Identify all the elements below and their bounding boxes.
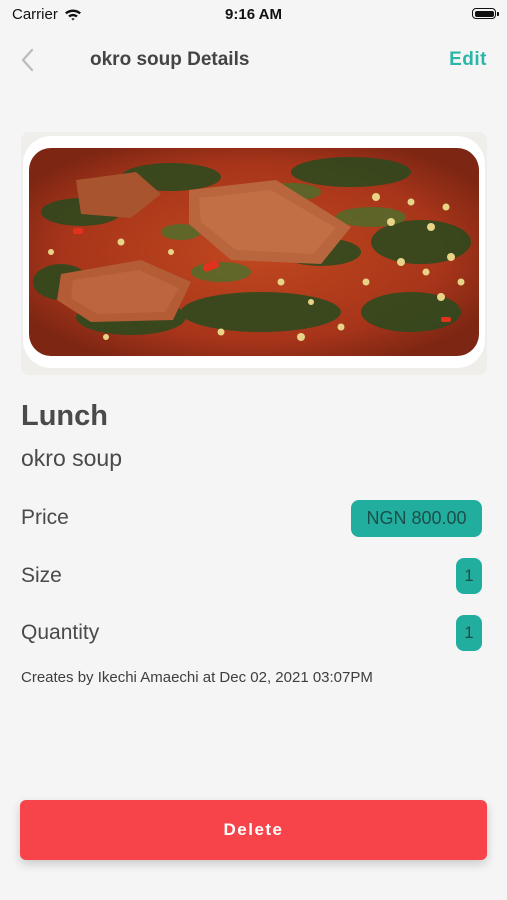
status-time: 9:16 AM <box>225 6 282 23</box>
page-title: okro soup Details <box>90 49 250 70</box>
chevron-left-icon <box>21 48 34 72</box>
meal-photo <box>21 132 487 375</box>
price-label: Price <box>21 506 69 529</box>
meal-type: Lunch <box>21 400 108 432</box>
battery-icon <box>472 8 499 19</box>
delete-button-label: Delete <box>223 820 284 839</box>
delete-button[interactable]: Delete <box>20 800 487 860</box>
navigation-bar: okro soup Details Edit <box>0 40 507 80</box>
edit-button[interactable]: Edit <box>449 49 487 71</box>
meal-name: okro soup <box>21 445 123 471</box>
quantity-badge: 1 <box>456 615 482 651</box>
created-by-text: Creates by Ikechi Amaechi at Dec 02, 202… <box>21 669 373 686</box>
quantity-label: Quantity <box>21 621 100 644</box>
price-badge: NGN 800.00 <box>351 500 482 537</box>
size-label: Size <box>21 564 62 587</box>
status-bar: Carrier 9:16 AM <box>0 0 507 30</box>
back-button[interactable] <box>14 44 42 76</box>
size-badge: 1 <box>456 558 482 594</box>
